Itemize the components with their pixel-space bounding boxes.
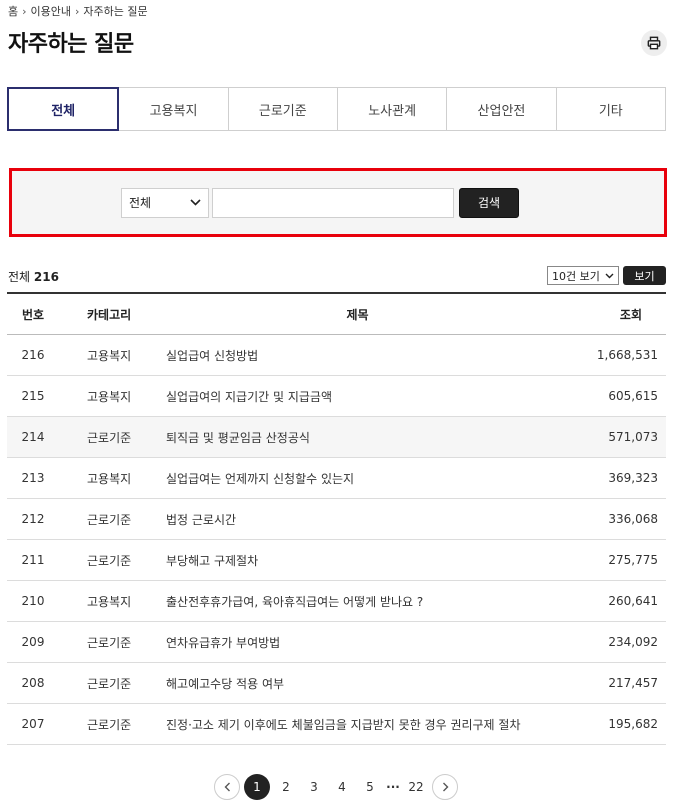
row-title-link[interactable]: 진정·고소 제기 이후에도 체불임금을 지급받지 못한 경우 권리구제 절차: [159, 716, 556, 733]
row-no: 208: [21, 676, 45, 690]
search-category-value: 전체: [129, 196, 152, 210]
page-1-button[interactable]: 1: [244, 774, 270, 800]
header-views: 조회: [619, 307, 642, 322]
tab-all[interactable]: 전체: [7, 87, 120, 131]
total-count: 전체 216: [8, 268, 59, 285]
pagination: 1 2 3 4 5 ··· 22: [214, 774, 458, 800]
per-page-select[interactable]: 10건 보기: [547, 266, 619, 285]
chevron-right-icon: ›: [22, 4, 27, 18]
row-title-link[interactable]: 퇴직금 및 평균임금 산정공식: [159, 429, 556, 446]
chevron-right-icon: [442, 782, 448, 792]
search-input[interactable]: [212, 187, 454, 218]
row-no: 213: [21, 471, 45, 485]
print-button[interactable]: [641, 30, 667, 56]
breadcrumb-level2[interactable]: 자주하는 질문: [83, 3, 147, 19]
table-row[interactable]: 213 고용복지 실업급여는 언제까지 신청할수 있는지 369,323: [7, 458, 666, 499]
table-row[interactable]: 214 근로기준 퇴직금 및 평균임금 산정공식 571,073: [7, 417, 666, 458]
tab-labor-relations[interactable]: 노사관계: [336, 87, 448, 131]
per-page-controls: 10건 보기 보기: [547, 266, 666, 285]
header-title: 제목: [346, 307, 369, 322]
page-2-button[interactable]: 2: [274, 774, 298, 800]
table-row[interactable]: 207 근로기준 진정·고소 제기 이후에도 체불임금을 지급받지 못한 경우 …: [7, 704, 666, 745]
row-views: 234,092: [608, 635, 658, 649]
prev-page-button[interactable]: [214, 774, 240, 800]
row-no: 216: [21, 348, 45, 362]
row-title-link[interactable]: 출산전후휴가급여, 육아휴직급여는 어떻게 받나요 ?: [159, 593, 556, 610]
page-3-button[interactable]: 3: [302, 774, 326, 800]
search-panel: 전체 검색: [9, 168, 667, 237]
table-header: 번호 카테고리 제목 조회: [7, 294, 666, 335]
row-title-link[interactable]: 연차유급휴가 부여방법: [159, 634, 556, 651]
header-no: 번호: [21, 307, 45, 322]
row-title-link[interactable]: 실업급여 신청방법: [159, 347, 556, 364]
page-4-button[interactable]: 4: [330, 774, 354, 800]
row-category: 고용복지: [87, 471, 132, 486]
page-title: 자주하는 질문: [8, 32, 134, 57]
page-last-button[interactable]: 22: [404, 774, 428, 800]
table-row[interactable]: 216 고용복지 실업급여 신청방법 1,668,531: [7, 335, 666, 376]
row-no: 214: [21, 430, 45, 444]
total-label: 전체: [8, 270, 31, 284]
row-no: 215: [21, 389, 45, 403]
table-row[interactable]: 211 근로기준 부당해고 구제절차 275,775: [7, 540, 666, 581]
row-category: 고용복지: [87, 389, 132, 404]
row-views: 195,682: [608, 717, 658, 731]
faq-table: 번호 카테고리 제목 조회 216 고용복지 실업급여 신청방법 1,668,5…: [7, 292, 666, 745]
row-views: 369,323: [608, 471, 658, 485]
row-category: 근로기준: [87, 635, 132, 650]
breadcrumb: 홈 › 이용안내 › 자주하는 질문: [8, 3, 148, 19]
row-category: 근로기준: [87, 512, 132, 527]
tab-employment-welfare[interactable]: 고용복지: [118, 87, 229, 131]
table-row[interactable]: 209 근로기준 연차유급휴가 부여방법 234,092: [7, 622, 666, 663]
row-category: 고용복지: [87, 348, 132, 363]
row-views: 1,668,531: [596, 348, 658, 362]
breadcrumb-level1[interactable]: 이용안내: [31, 3, 71, 19]
next-page-button[interactable]: [432, 774, 458, 800]
printer-icon: [647, 36, 661, 50]
total-number: 216: [33, 270, 59, 284]
row-no: 209: [21, 635, 45, 649]
row-no: 207: [21, 717, 45, 731]
tab-labor-standards[interactable]: 근로기준: [227, 87, 338, 131]
row-title-link[interactable]: 법정 근로시간: [159, 511, 556, 528]
row-title-link[interactable]: 실업급여는 언제까지 신청할수 있는지: [159, 470, 556, 487]
category-tabs: 전체 고용복지 근로기준 노사관계 산업안전 기타: [7, 87, 666, 131]
row-views: 336,068: [608, 512, 658, 526]
pagination-ellipsis: ···: [386, 780, 400, 794]
search-category-select[interactable]: 전체: [121, 187, 209, 218]
chevron-right-icon: ›: [75, 4, 80, 18]
row-category: 근로기준: [87, 430, 132, 445]
table-row[interactable]: 215 고용복지 실업급여의 지급기간 및 지급금액 605,615: [7, 376, 666, 417]
table-row[interactable]: 210 고용복지 출산전후휴가급여, 육아휴직급여는 어떻게 받나요 ? 260…: [7, 581, 666, 622]
tab-industrial-safety[interactable]: 산업안전: [446, 87, 557, 131]
row-category: 근로기준: [87, 676, 132, 691]
row-views: 571,073: [608, 430, 658, 444]
row-title-link[interactable]: 해고예고수당 적용 여부: [159, 675, 556, 692]
table-row[interactable]: 208 근로기준 해고예고수당 적용 여부 217,457: [7, 663, 666, 704]
row-views: 275,775: [608, 553, 658, 567]
row-category: 근로기준: [87, 717, 132, 732]
per-page-apply-button[interactable]: 보기: [623, 266, 666, 285]
row-no: 211: [21, 553, 45, 567]
chevron-down-icon: [190, 199, 201, 206]
row-views: 605,615: [608, 389, 658, 403]
search-button[interactable]: 검색: [459, 187, 519, 218]
per-page-value: 10건 보기: [552, 269, 600, 283]
breadcrumb-home[interactable]: 홈: [8, 3, 18, 19]
header-category: 카테고리: [87, 307, 132, 322]
row-category: 고용복지: [87, 594, 132, 609]
row-views: 260,641: [608, 594, 658, 608]
row-no: 212: [21, 512, 45, 526]
chevron-left-icon: [224, 782, 230, 792]
chevron-down-icon: [605, 273, 614, 278]
row-no: 210: [21, 594, 45, 608]
table-row[interactable]: 212 근로기준 법정 근로시간 336,068: [7, 499, 666, 540]
row-views: 217,457: [608, 676, 658, 690]
row-title-link[interactable]: 부당해고 구제절차: [159, 552, 556, 569]
page-5-button[interactable]: 5: [358, 774, 382, 800]
row-category: 근로기준: [87, 553, 132, 568]
row-title-link[interactable]: 실업급여의 지급기간 및 지급금액: [159, 388, 556, 405]
tab-etc[interactable]: 기타: [555, 87, 666, 131]
